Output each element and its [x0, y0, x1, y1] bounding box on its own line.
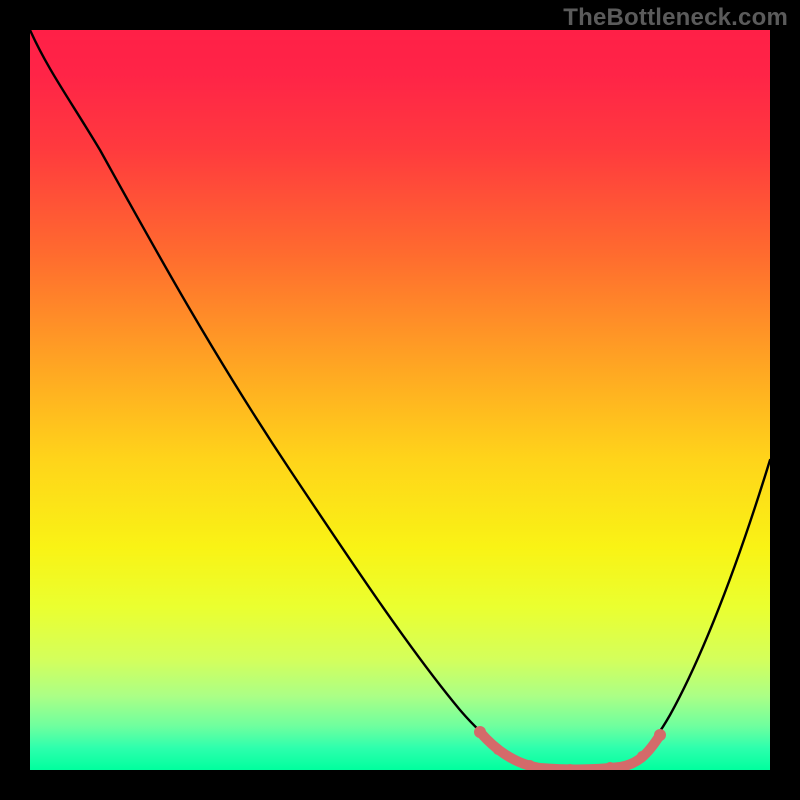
chart-svg — [30, 30, 770, 770]
optimal-band-line — [480, 732, 660, 769]
plot-area — [30, 30, 770, 770]
watermark-text: TheBottleneck.com — [563, 4, 788, 32]
band-dot — [525, 760, 535, 770]
band-dot — [493, 745, 503, 755]
band-dot — [654, 729, 666, 741]
main-curve — [30, 30, 770, 769]
optimal-band-markers — [474, 726, 666, 770]
chart-frame: TheBottleneck.com — [0, 0, 800, 800]
band-dot — [637, 751, 647, 761]
band-dot — [474, 726, 486, 738]
